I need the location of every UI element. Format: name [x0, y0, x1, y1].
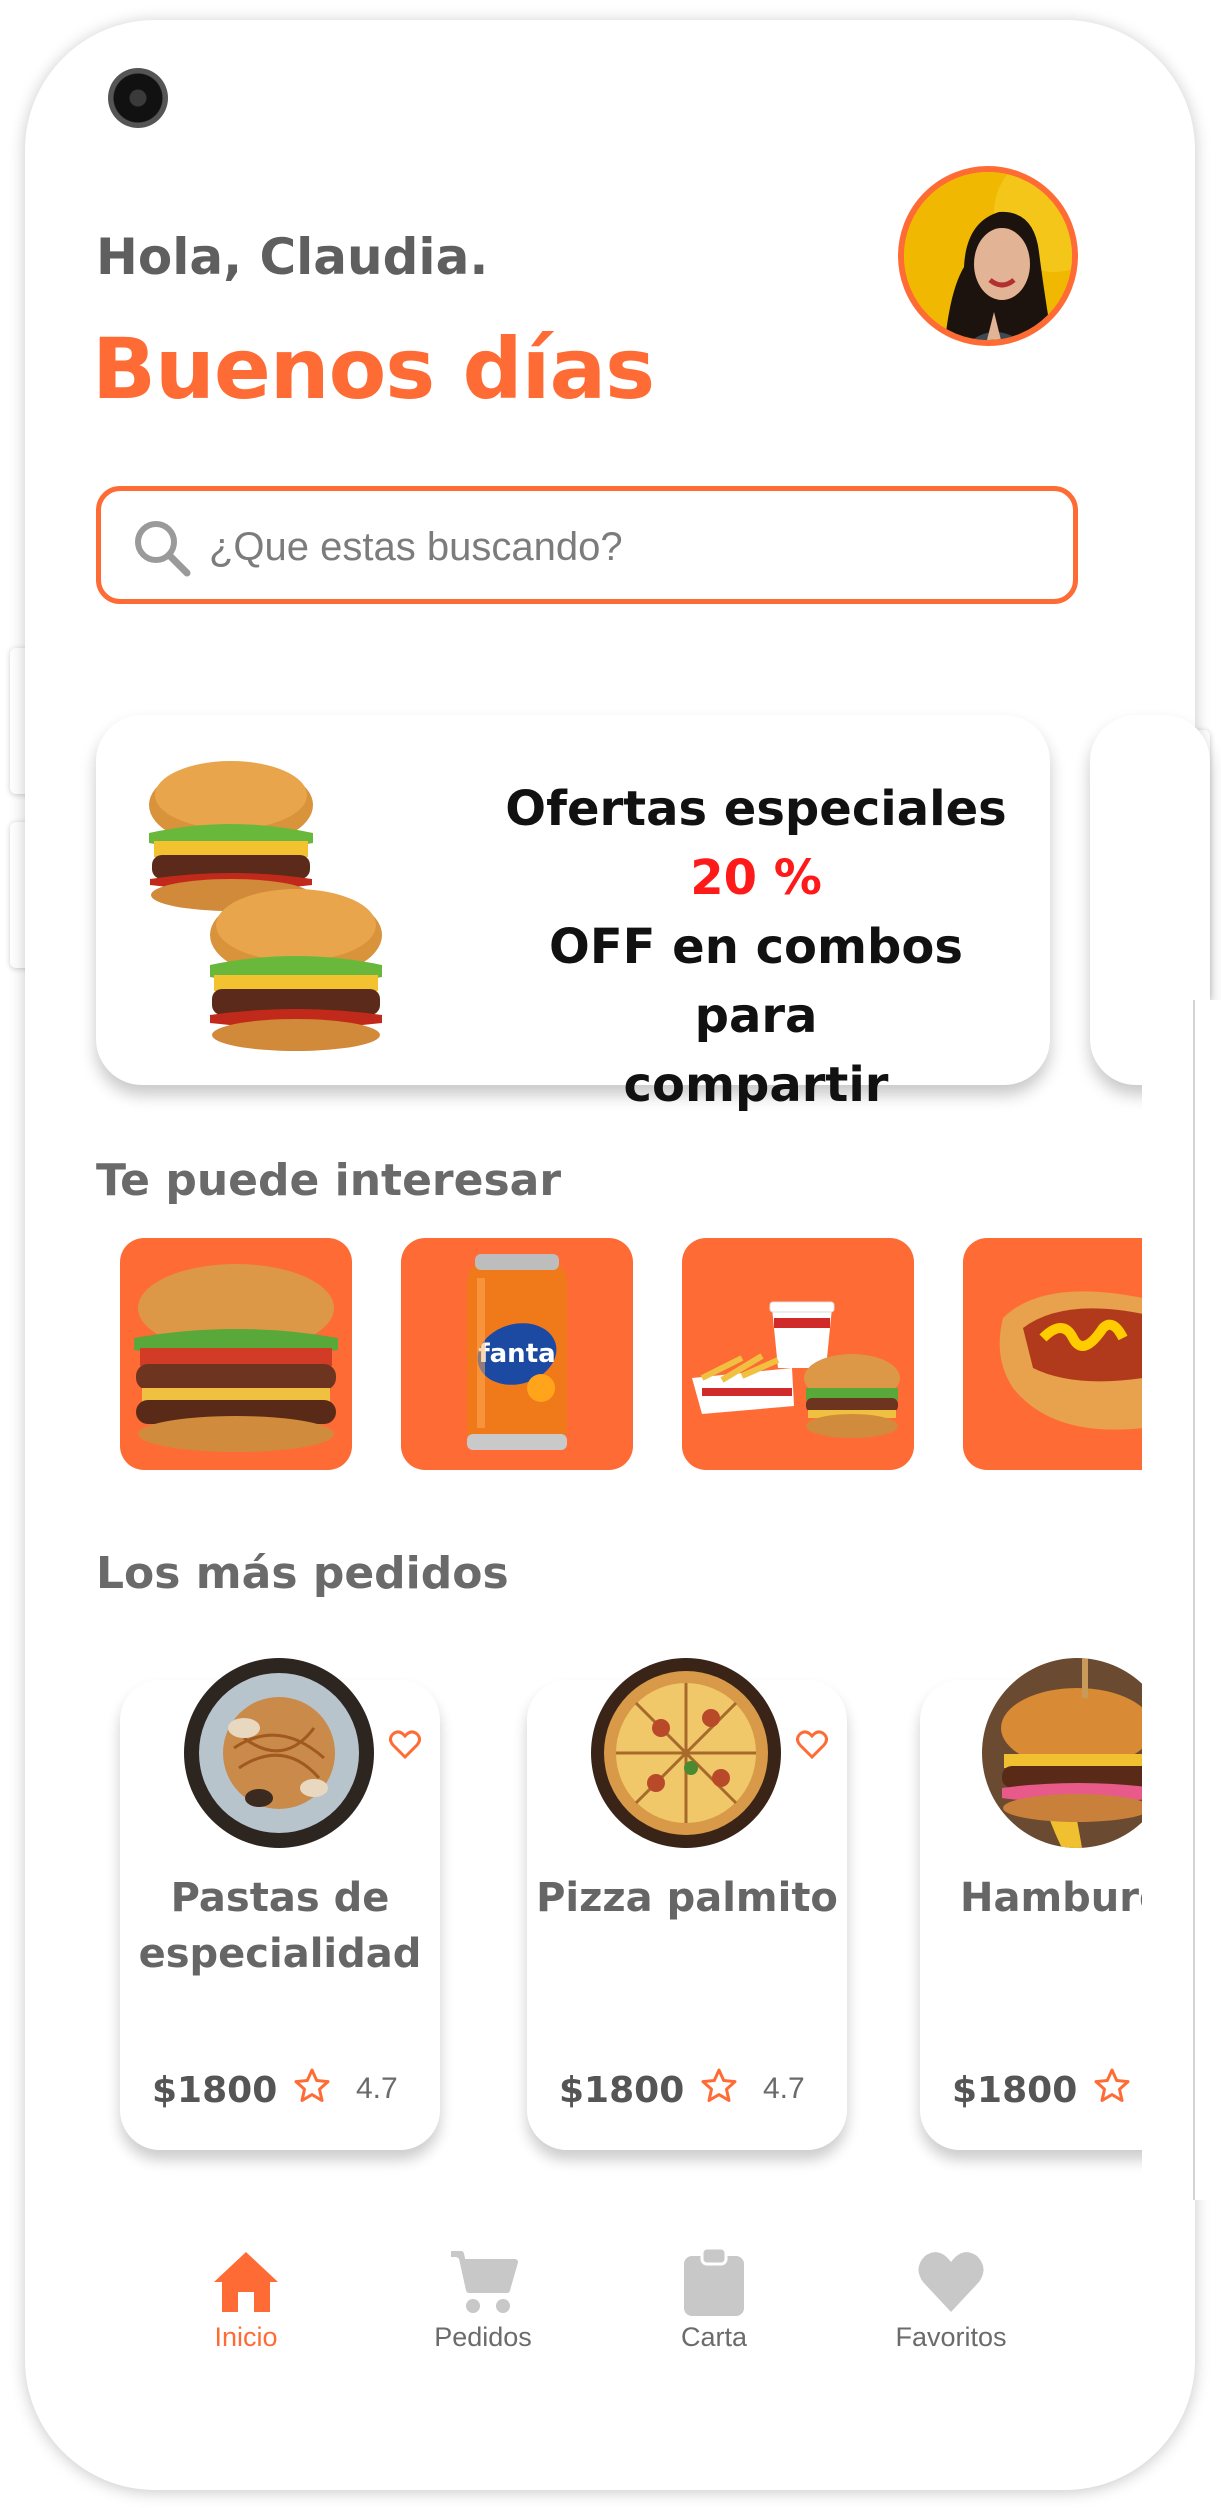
promo-text: Ofertas especiales 20 % OFF en combos pa…: [486, 775, 1026, 1120]
hotdog-image: [999, 1291, 1143, 1430]
camera-icon: [108, 68, 168, 128]
nav-label: Favoritos: [895, 2322, 1007, 2352]
item-name-line1: Hamburg: [960, 1875, 1168, 1921]
nav-carta[interactable]: Carta: [614, 2246, 814, 2353]
interest-item-combo[interactable]: [682, 1238, 914, 1470]
star-icon: [294, 2068, 330, 2102]
pizza-image: [591, 1658, 781, 1848]
star-icon: [1094, 2068, 1130, 2102]
interest-title: Te puede interesar: [96, 1155, 562, 1206]
interest-item-hotdog[interactable]: [963, 1238, 1143, 1470]
popular-item-pasta[interactable]: Pastas de especialidad $1800 4.7: [120, 1658, 440, 2150]
svg-text:fanta: fanta: [478, 1339, 555, 1369]
promo-line3: compartir: [623, 1057, 889, 1113]
item-name-line1: Pizza palmito: [536, 1875, 838, 1921]
device-edge-fill: [1180, 1000, 1200, 2200]
item-name: Pizza palmito: [527, 1870, 847, 1926]
fanta-can-image: fanta: [467, 1254, 567, 1450]
favorite-heart-icon[interactable]: [388, 1728, 422, 1762]
item-name-line1: Pastas de: [170, 1875, 390, 1921]
promo-banner[interactable]: Ofertas especiales 20 % OFF en combos pa…: [96, 715, 1050, 1113]
search-icon: [135, 521, 191, 577]
item-rating: 4.7: [356, 2072, 398, 2105]
nav-favoritos[interactable]: Favoritos: [851, 2246, 1051, 2353]
device-edge: [1193, 1000, 1195, 2200]
promo-line2: OFF en combos para: [549, 919, 963, 1044]
burger-image: [134, 1264, 338, 1452]
greeting: Hola, Claudia.: [96, 228, 489, 286]
favorite-heart-icon[interactable]: [795, 1728, 829, 1762]
popular-item-pizza[interactable]: Pizza palmito $1800 4.7: [527, 1658, 847, 2150]
interest-item-fanta[interactable]: fanta: [401, 1238, 633, 1470]
user-avatar[interactable]: [898, 166, 1078, 346]
item-price: $1800: [559, 2070, 685, 2111]
item-rating: 4.7: [763, 2072, 805, 2105]
popular-title: Los más pedidos: [96, 1548, 509, 1599]
nav-label: Inicio: [214, 2322, 278, 2352]
combo-meal-image: [692, 1301, 900, 1438]
nav-label: Pedidos: [434, 2322, 532, 2352]
home-icon: [214, 2252, 278, 2312]
page-title: Buenos días: [92, 320, 655, 418]
item-price: $1800: [152, 2070, 278, 2111]
search-field[interactable]: ¿Que estas buscando?: [96, 486, 1078, 604]
clipboard-icon: [684, 2246, 744, 2316]
item-name-line2: especialidad: [138, 1931, 422, 1977]
promo-line1: Ofertas especiales: [505, 781, 1007, 837]
burgers-image: [149, 761, 382, 1051]
item-name: Pastas de especialidad: [120, 1870, 440, 1982]
item-name: Hamburg: [960, 1870, 1168, 1926]
search-input[interactable]: ¿Que estas buscando?: [209, 525, 623, 570]
cart-icon: [451, 2251, 518, 2313]
nav-label: Carta: [680, 2322, 748, 2352]
interest-item-burger[interactable]: [120, 1238, 352, 1470]
star-icon: [701, 2068, 737, 2102]
heart-icon: [918, 2252, 984, 2312]
item-price: $1800: [952, 2070, 1078, 2111]
nav-pedidos[interactable]: Pedidos: [383, 2246, 583, 2353]
promo-highlight: 20 %: [690, 850, 822, 906]
pasta-image: [184, 1658, 374, 1848]
nav-inicio[interactable]: Inicio: [146, 2246, 346, 2353]
